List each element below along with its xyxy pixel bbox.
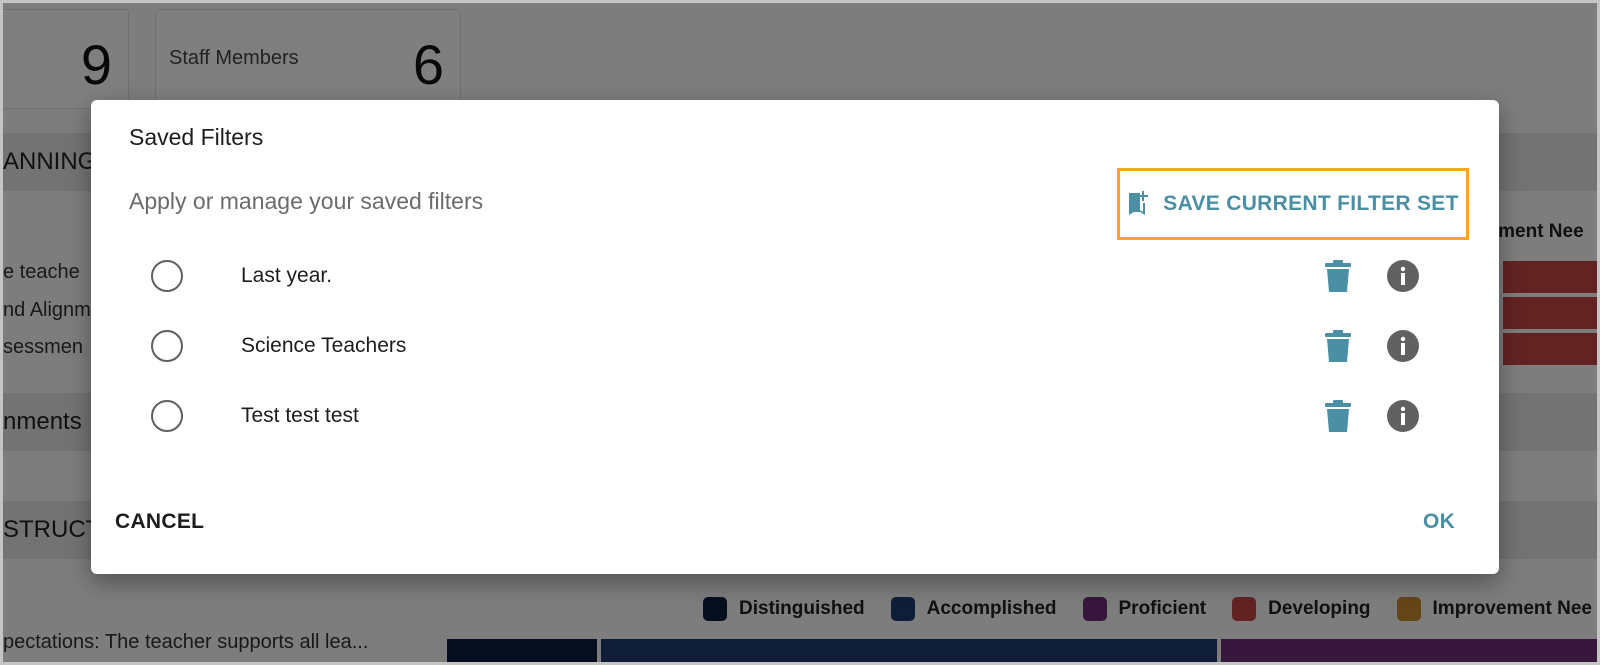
info-icon[interactable]	[1387, 330, 1419, 362]
filter-row: Science Teachers	[91, 316, 1499, 376]
cancel-button[interactable]: CANCEL	[115, 510, 204, 534]
filter-label[interactable]: Last year.	[241, 264, 332, 288]
ok-button[interactable]: OK	[1423, 510, 1455, 534]
saved-filters-dialog: Saved Filters Apply or manage your saved…	[91, 100, 1499, 574]
trash-icon[interactable]	[1325, 260, 1351, 292]
filter-row: Last year.	[91, 246, 1499, 306]
bookmark-add-icon	[1129, 191, 1149, 215]
filter-radio[interactable]	[151, 330, 183, 362]
app-frame: 9 Staff Members 6 ANNING vement Nee e te…	[0, 0, 1600, 665]
info-icon[interactable]	[1387, 260, 1419, 292]
dialog-subtitle: Apply or manage your saved filters	[129, 188, 484, 214]
filter-label[interactable]: Science Teachers	[241, 334, 406, 358]
info-icon[interactable]	[1387, 400, 1419, 432]
dialog-title: Saved Filters	[129, 124, 264, 150]
trash-icon[interactable]	[1325, 400, 1351, 432]
filter-radio[interactable]	[151, 400, 183, 432]
filter-label[interactable]: Test test test	[241, 404, 359, 428]
trash-icon[interactable]	[1325, 330, 1351, 362]
filter-radio[interactable]	[151, 260, 183, 292]
save-button-label: SAVE CURRENT FILTER SET	[1163, 192, 1459, 215]
filter-row: Test test test	[91, 386, 1499, 446]
save-current-filter-set-button[interactable]: SAVE CURRENT FILTER SET	[1117, 168, 1469, 240]
